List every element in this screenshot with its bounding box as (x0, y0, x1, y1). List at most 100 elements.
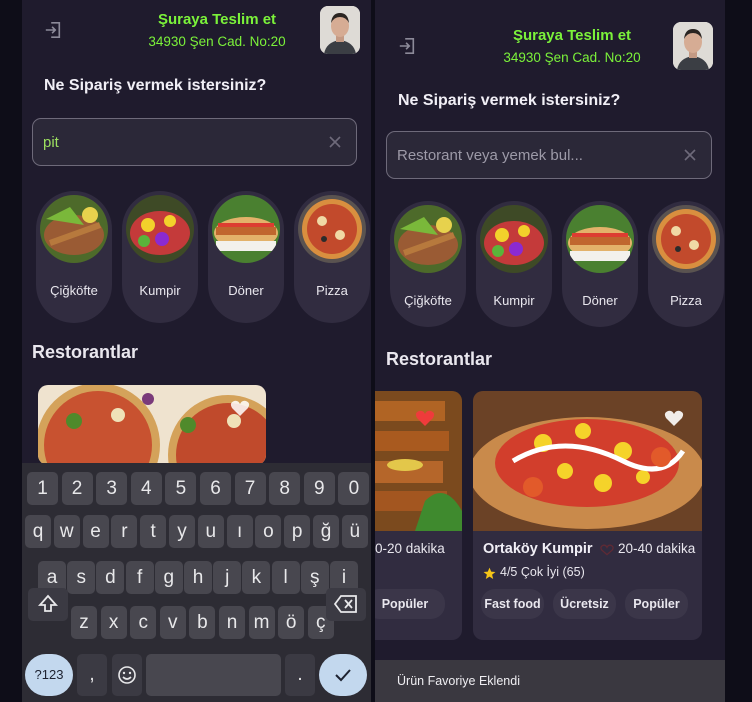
emoji-key[interactable] (112, 654, 142, 696)
key-letter[interactable]: ı (226, 515, 253, 548)
backspace-key[interactable] (326, 588, 366, 621)
favorite-heart-icon[interactable] (230, 399, 250, 417)
key-letter[interactable]: q (25, 515, 51, 548)
key-digit[interactable]: 1 (27, 472, 58, 505)
key-digit[interactable]: 4 (130, 472, 162, 505)
pizza-image (298, 195, 366, 263)
key-letter[interactable]: d (96, 561, 125, 594)
comma-key[interactable]: , (77, 654, 107, 696)
category-cigkofte[interactable]: Çiğköfte (36, 191, 112, 323)
rating-text: 4/5 Çok İyi (65) (500, 565, 585, 579)
delivery-address[interactable]: 34930 Şen Cad. No:20 (487, 50, 657, 65)
category-doner[interactable]: Döner (562, 201, 638, 327)
key-digit[interactable]: 3 (96, 472, 128, 505)
key-digit[interactable]: 5 (165, 472, 197, 505)
category-pizza[interactable]: Pizza (294, 191, 370, 323)
key-letter[interactable]: v (159, 606, 186, 639)
category-label: Kumpir (493, 293, 535, 308)
on-screen-keyboard[interactable]: 1234567890 qwertyuıopğü asdfghjklşi zxcv… (22, 463, 371, 702)
right-phone-screen: Şuraya Teslim et 34930 Şen Cad. No:20 Ne… (375, 0, 725, 702)
search-input[interactable] (397, 144, 657, 166)
key-letter[interactable]: c (130, 606, 157, 639)
restaurant-card[interactable]: 0-20 dakika Popüler (375, 391, 462, 640)
restaurant-tag[interactable]: Ücretsiz (553, 589, 616, 619)
deliver-title: Şuraya Teslim et (157, 11, 277, 28)
left-phone-screen: Şuraya Teslim et 34930 Şen Cad. No:20 Ne… (22, 0, 371, 702)
category-kumpir[interactable]: Kumpir (122, 191, 198, 323)
category-label: Pizza (670, 293, 702, 308)
key-letter[interactable]: h (184, 561, 212, 594)
key-letter[interactable]: ğ (313, 515, 339, 548)
key-digit[interactable]: 8 (269, 472, 301, 505)
cigkofte-image (394, 205, 462, 273)
delivery-time: 0-20 dakika (375, 541, 445, 556)
key-letter[interactable]: j (213, 561, 242, 594)
key-letter[interactable]: ü (341, 515, 368, 548)
category-label: Pizza (316, 283, 348, 298)
key-letter[interactable]: k (242, 561, 271, 594)
restaurant-card[interactable]: Ortaköy Kumpir 20-40 dakika 4/5 Çok İyi … (473, 391, 702, 640)
key-letter[interactable]: n (219, 606, 245, 639)
key-letter[interactable]: e (82, 515, 109, 548)
category-cigkofte[interactable]: Çiğköfte (390, 201, 466, 327)
key-letter[interactable]: z (71, 606, 97, 639)
doner-image (212, 195, 280, 263)
key-letter[interactable]: m (248, 606, 275, 639)
key-letter[interactable]: w (53, 515, 80, 548)
category-doner[interactable]: Döner (208, 191, 284, 323)
delivery-address[interactable]: 34930 Şen Cad. No:20 (132, 34, 302, 49)
cigkofte-image (40, 195, 108, 263)
pizza-image (652, 205, 720, 273)
enter-key[interactable] (319, 654, 367, 696)
clear-icon[interactable] (683, 148, 697, 162)
search-input[interactable] (43, 131, 303, 153)
shift-key[interactable] (28, 588, 68, 621)
logout-icon[interactable] (44, 21, 62, 39)
category-label: Çiğköfte (404, 293, 452, 308)
key-letter[interactable]: ö (278, 606, 305, 639)
key-letter[interactable]: y (169, 515, 195, 548)
restaurant-tag[interactable]: Fast food (481, 589, 544, 619)
key-letter[interactable]: u (197, 515, 224, 548)
key-letter[interactable]: o (255, 515, 282, 548)
key-letter[interactable]: s (67, 561, 96, 594)
key-letter[interactable]: f (125, 561, 154, 594)
key-letter[interactable]: b (189, 606, 216, 639)
deliver-title: Şuraya Teslim et (512, 27, 632, 44)
key-letter[interactable]: g (154, 561, 183, 594)
key-digit[interactable]: 7 (234, 472, 266, 505)
category-pizza[interactable]: Pizza (648, 201, 724, 327)
pizza-photo (38, 385, 266, 465)
favorite-heart-icon-active[interactable] (415, 409, 435, 427)
restaurant-tag[interactable]: Popüler (375, 589, 445, 619)
restaurant-tag[interactable]: Popüler (625, 589, 688, 619)
restaurants-heading: Restorantlar (386, 349, 493, 369)
key-letter[interactable]: x (100, 606, 127, 639)
space-key[interactable] (146, 654, 281, 696)
search-field[interactable] (32, 118, 357, 166)
search-field[interactable] (386, 131, 712, 179)
restaurants-heading: Restorantlar (32, 342, 139, 362)
key-letter[interactable]: p (284, 515, 311, 548)
key-digit[interactable]: 9 (303, 472, 335, 505)
avatar[interactable] (673, 22, 713, 70)
clear-icon[interactable] (328, 135, 342, 149)
key-digit[interactable]: 6 (200, 472, 231, 505)
category-label: Kumpir (139, 283, 181, 298)
category-kumpir[interactable]: Kumpir (476, 201, 552, 327)
avatar[interactable] (320, 6, 360, 54)
key-digit[interactable]: 0 (338, 472, 370, 505)
category-label: Döner (228, 283, 264, 298)
key-letter[interactable]: r (111, 515, 138, 548)
key-letter[interactable]: ş (300, 561, 329, 594)
doner-image (566, 205, 634, 273)
period-key[interactable]: . (285, 654, 315, 696)
restaurant-card[interactable] (38, 385, 266, 465)
symbols-key[interactable]: ?123 (25, 654, 73, 696)
heart-outline-icon (600, 544, 614, 556)
key-digit[interactable]: 2 (61, 472, 93, 505)
key-letter[interactable]: t (140, 515, 167, 548)
favorite-heart-icon[interactable] (664, 409, 684, 427)
key-letter[interactable]: l (271, 561, 300, 594)
logout-icon[interactable] (398, 37, 416, 55)
